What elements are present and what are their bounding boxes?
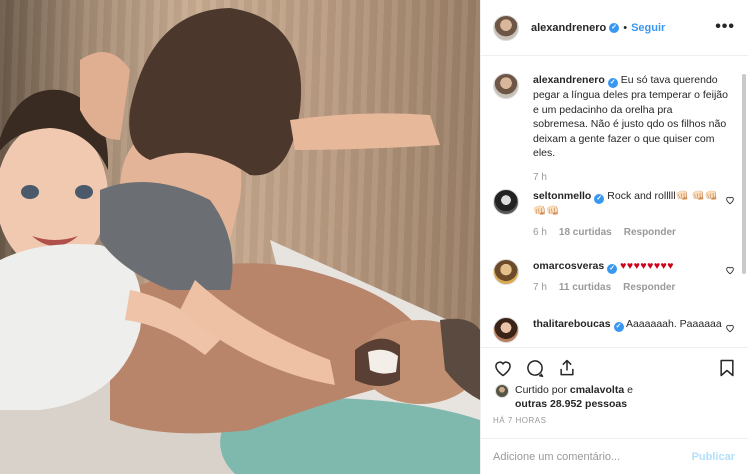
liked-by: Curtido por cmalavolta e outras 28.952 p… — [495, 383, 633, 411]
reply-button[interactable]: Responder — [623, 281, 675, 296]
liked-prefix: Curtido por — [515, 384, 567, 396]
verified-icon: ✓ — [613, 322, 624, 332]
share-icon[interactable] — [557, 358, 577, 378]
post-photo[interactable] — [0, 0, 480, 474]
comment-heart-icon[interactable] — [725, 195, 735, 205]
comment-row: seltonmello ✓ Rock and rolllll👊🏻 👊🏻👊🏻👊🏻👊🏻… — [493, 189, 737, 259]
reply-button[interactable]: Responder — [624, 226, 676, 241]
author-username[interactable]: alexandrenero — [531, 22, 606, 34]
comment-heart-icon[interactable] — [725, 265, 735, 275]
comment-row: thalitareboucas ✓ Aaaaaaah. Paaaaaa — [493, 317, 737, 347]
caption-text: Eu só tava querendo pegar a língua deles… — [533, 74, 728, 159]
bookmark-icon[interactable] — [717, 358, 737, 378]
comments-scrollbar[interactable] — [742, 74, 746, 274]
caption-time[interactable]: 7 h — [533, 171, 547, 186]
liker-avatar[interactable] — [495, 384, 509, 398]
post-side-panel: alexandrenero ✓ • Seguir ••• alexandrene… — [480, 0, 748, 474]
liked-middle: e — [627, 384, 633, 396]
comment-avatar[interactable] — [493, 259, 519, 285]
comment-input[interactable] — [493, 450, 683, 463]
verified-icon: ✓ — [609, 22, 620, 33]
comment-username[interactable]: omarcosveras — [533, 260, 604, 272]
post-timestamp[interactable]: HÁ 7 HORAS — [493, 416, 546, 425]
comments-list[interactable]: alexandrenero ✓ Eu só tava querendo pegar… — [481, 57, 748, 347]
comment-text: Aaaaaaah. Paaaaaa — [625, 318, 722, 330]
comment-likes[interactable]: 18 curtidas — [559, 226, 612, 241]
comment-avatar[interactable] — [493, 189, 519, 215]
comment-row: omarcosveras ✓ ♥♥♥♥♥♥♥♥ 7 h 11 curtidas R… — [493, 259, 737, 317]
action-bar — [481, 347, 748, 387]
verified-icon: ✓ — [607, 78, 618, 88]
publish-button[interactable]: Publicar — [692, 451, 735, 463]
toddler-hair — [129, 8, 302, 176]
caption-avatar[interactable] — [493, 73, 519, 99]
verified-icon: ✓ — [607, 264, 618, 274]
verified-icon: ✓ — [594, 194, 605, 204]
author-avatar[interactable] — [493, 14, 519, 41]
comment-text: ♥♥♥♥♥♥♥♥ — [620, 260, 675, 272]
add-comment-bar: Publicar — [481, 438, 748, 474]
heart-icon[interactable] — [493, 358, 513, 378]
header-separator: • — [623, 21, 628, 34]
comment-username[interactable]: thalitareboucas — [533, 318, 611, 330]
comment-heart-icon[interactable] — [725, 323, 735, 333]
caption-row: alexandrenero ✓ Eu só tava querendo pegar… — [493, 73, 737, 189]
comment-icon[interactable] — [525, 358, 545, 378]
post-header: alexandrenero ✓ • Seguir ••• — [481, 0, 748, 56]
comment-username[interactable]: seltonmello — [533, 190, 591, 202]
more-icon[interactable]: ••• — [715, 18, 735, 36]
caption-username[interactable]: alexandrenero — [533, 74, 605, 86]
comment-time[interactable]: 6 h — [533, 226, 547, 241]
comment-likes[interactable]: 11 curtidas — [559, 281, 611, 296]
comment-avatar[interactable] — [493, 317, 519, 343]
follow-button[interactable]: Seguir — [631, 22, 665, 34]
photo-illustration — [0, 8, 480, 474]
liker-username[interactable]: cmalavolta — [570, 384, 624, 396]
comment-time[interactable]: 7 h — [533, 281, 547, 296]
likes-count[interactable]: outras 28.952 pessoas — [515, 398, 627, 410]
